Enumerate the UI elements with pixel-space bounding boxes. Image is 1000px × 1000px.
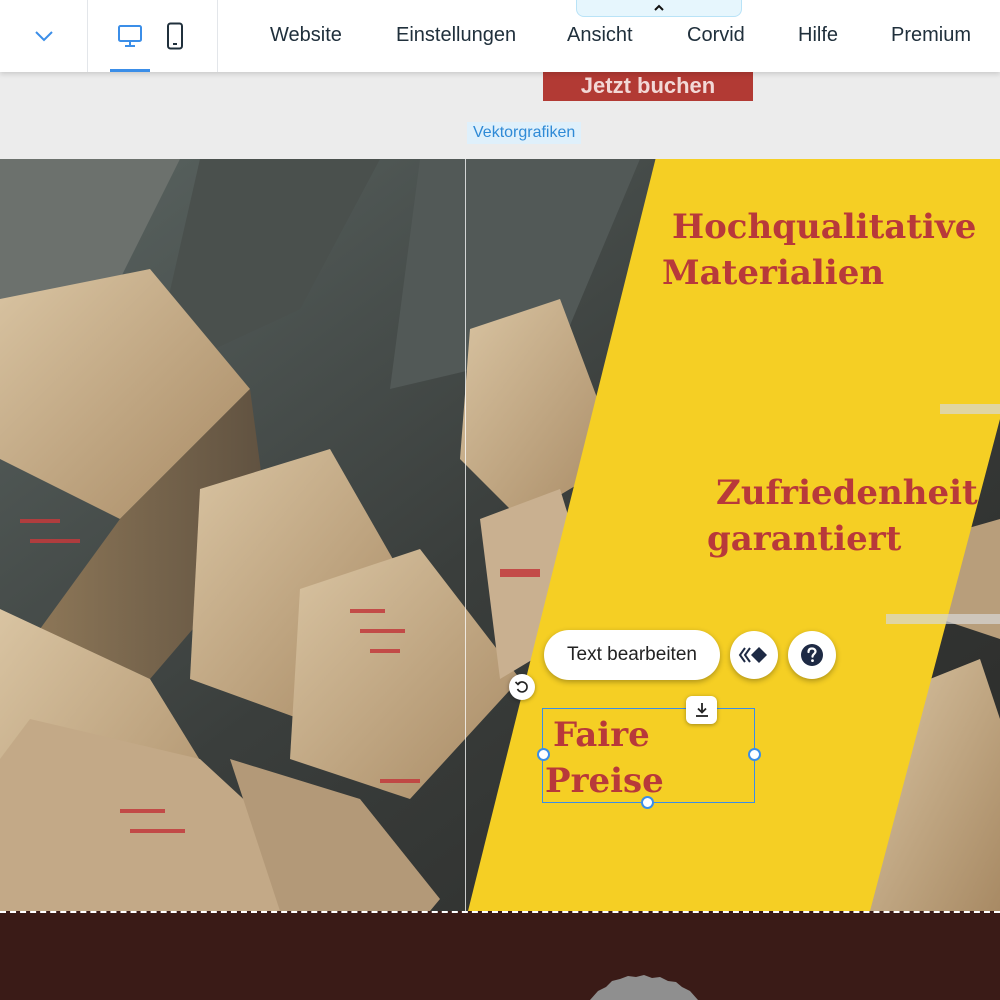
canvas-strip — [0, 72, 1000, 159]
desktop-icon — [118, 25, 142, 47]
side-drag-handle[interactable] — [886, 614, 1000, 624]
book-now-button[interactable]: Jetzt buchen — [543, 72, 753, 101]
headline-line: Zufriedenheit — [716, 473, 978, 513]
resize-handle-bottom[interactable] — [641, 796, 654, 809]
resize-handle-right[interactable] — [748, 748, 761, 761]
side-drag-handle[interactable] — [940, 404, 1000, 414]
book-now-label: Jetzt buchen — [580, 73, 716, 98]
device-switcher — [88, 0, 218, 72]
menu-ansicht[interactable]: Ansicht — [567, 24, 633, 47]
pages-dropdown-button[interactable] — [0, 0, 88, 72]
footer-section — [0, 911, 1000, 1000]
resize-handle-left[interactable] — [537, 748, 550, 761]
download-icon — [695, 703, 708, 717]
rotate-handle[interactable] — [509, 674, 535, 700]
section-label: Vektorgrafiken — [467, 122, 582, 144]
desktop-view-button[interactable] — [110, 0, 150, 72]
help-icon — [801, 644, 823, 666]
section-divider — [0, 911, 1000, 913]
headline-line: Hochqualitative — [672, 207, 977, 247]
menu-hilfe[interactable]: Hilfe — [798, 24, 838, 47]
rotate-icon — [514, 681, 528, 693]
help-button[interactable] — [788, 631, 836, 679]
animation-icon — [738, 647, 767, 663]
menu-premium[interactable]: Premium — [891, 24, 971, 47]
download-handle[interactable] — [686, 696, 717, 724]
mobile-icon — [167, 22, 183, 50]
editor-topbar: Website Einstellungen Ansicht Corvid Hil… — [0, 0, 1000, 72]
menu-website[interactable]: Website — [270, 24, 342, 47]
menu-einstellungen[interactable]: Einstellungen — [396, 24, 516, 47]
menu-corvid[interactable]: Corvid — [687, 24, 745, 47]
headline-line: Materialien — [662, 253, 885, 293]
layout-guide-line — [465, 159, 466, 911]
saw-blade-icon — [590, 975, 698, 1000]
headline-materials[interactable]: Hochqualitative Materialien — [662, 204, 976, 296]
mobile-view-button[interactable] — [155, 0, 195, 72]
headline-satisfaction[interactable]: Zufriedenheit garantiert — [707, 470, 978, 562]
chevron-down-icon — [34, 31, 53, 42]
collapse-topbar-button[interactable] — [576, 0, 742, 17]
edit-text-button[interactable]: Text bearbeiten — [544, 630, 720, 680]
animation-button[interactable] — [730, 631, 778, 679]
selection-box — [542, 708, 755, 803]
chevron-up-icon — [654, 4, 664, 11]
headline-line: garantiert — [707, 519, 902, 559]
